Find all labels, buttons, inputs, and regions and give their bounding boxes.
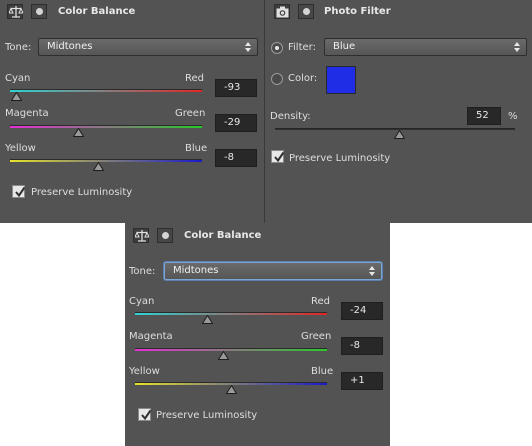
camera-icon	[276, 6, 289, 18]
color-balance-scale-icon	[7, 4, 23, 19]
magenta-green-track[interactable]	[135, 348, 327, 351]
magenta-green-slider-thumb[interactable]	[73, 128, 84, 137]
red-label: Red	[185, 73, 204, 84]
yellow-blue-slider-thumb[interactable]	[93, 162, 104, 171]
scale-icon	[9, 5, 23, 19]
tone-dropdown[interactable]: Midtones	[164, 262, 382, 280]
panel-title: Color Balance	[184, 230, 262, 241]
layer-mask-icon[interactable]	[31, 4, 47, 19]
preserve-luminosity-label: Preserve Luminosity	[156, 410, 258, 421]
red-label: Red	[311, 296, 330, 307]
color-balance-panel-1: Color Balance Tone: Midtones Cyan Red -9…	[0, 0, 264, 223]
updown-arrow-icon	[244, 40, 252, 54]
magenta-label: Magenta	[129, 331, 173, 342]
density-slider-thumb[interactable]	[394, 130, 405, 139]
filter-radio[interactable]	[271, 42, 283, 54]
color-radio[interactable]	[271, 73, 283, 85]
mask-dot	[36, 8, 43, 15]
checkmark-icon	[273, 151, 285, 163]
color-swatch[interactable]	[326, 66, 356, 94]
preserve-luminosity-label: Preserve Luminosity	[289, 153, 391, 164]
preserve-luminosity-checkbox[interactable]	[12, 185, 25, 198]
tone-value: Midtones	[47, 41, 93, 52]
layer-mask-icon[interactable]	[157, 228, 173, 243]
checkmark-icon	[14, 186, 26, 198]
cyan-red-track[interactable]	[135, 312, 327, 315]
tone-value: Midtones	[173, 265, 219, 276]
cyan-red-slider-thumb[interactable]	[11, 92, 22, 101]
preserve-luminosity-label: Preserve Luminosity	[31, 187, 133, 198]
mask-dot	[303, 8, 310, 15]
tone-label: Tone:	[5, 42, 32, 53]
scale-icon	[135, 229, 149, 243]
updown-arrow-icon	[513, 40, 521, 54]
green-label: Green	[175, 108, 206, 119]
tone-dropdown[interactable]: Midtones	[38, 38, 258, 56]
magenta-label: Magenta	[5, 108, 49, 119]
magenta-green-value-field[interactable]: -8	[341, 337, 383, 355]
cyan-red-value-field[interactable]: -24	[341, 302, 383, 320]
cyan-red-value-field[interactable]: -93	[215, 79, 257, 97]
yellow-label: Yellow	[5, 143, 36, 154]
blue-label: Blue	[185, 143, 208, 154]
layer-mask-icon[interactable]	[298, 4, 314, 19]
density-unit: %	[508, 111, 518, 122]
panel-title: Color Balance	[58, 6, 136, 17]
preserve-luminosity-checkbox[interactable]	[138, 408, 151, 421]
cyan-label: Cyan	[129, 296, 155, 307]
filter-value: Blue	[333, 41, 356, 52]
density-label: Density:	[270, 111, 311, 122]
photo-filter-camera-icon	[274, 4, 290, 19]
panel-title: Photo Filter	[324, 6, 391, 17]
cyan-red-slider-thumb[interactable]	[202, 315, 213, 324]
yellow-blue-value-field[interactable]: +1	[341, 372, 383, 390]
magenta-green-value-field[interactable]: -29	[215, 114, 257, 132]
preserve-luminosity-checkbox[interactable]	[271, 150, 284, 163]
yellow-label: Yellow	[129, 366, 160, 377]
filter-label: Filter:	[288, 42, 316, 53]
green-label: Green	[301, 331, 332, 342]
magenta-green-track[interactable]	[10, 125, 202, 128]
photo-filter-panel: Photo Filter Filter: Blue Color: Density…	[265, 0, 532, 223]
yellow-blue-track[interactable]	[10, 159, 202, 162]
color-balance-scale-icon	[133, 228, 149, 243]
filter-dropdown[interactable]: Blue	[324, 38, 527, 56]
cyan-red-track[interactable]	[10, 89, 202, 92]
blue-label: Blue	[311, 366, 334, 377]
yellow-blue-value-field[interactable]: -8	[215, 149, 257, 167]
tone-label: Tone:	[129, 266, 156, 277]
cyan-label: Cyan	[5, 73, 31, 84]
yellow-blue-slider-thumb[interactable]	[226, 385, 237, 394]
density-value-field[interactable]: 52	[467, 107, 501, 125]
checkmark-icon	[140, 409, 152, 421]
color-balance-panel-2: Color Balance Tone: Midtones Cyan Red -2…	[125, 223, 390, 446]
color-label: Color:	[288, 73, 318, 84]
updown-arrow-icon	[368, 264, 376, 278]
magenta-green-slider-thumb[interactable]	[218, 351, 229, 360]
mask-dot	[162, 232, 169, 239]
